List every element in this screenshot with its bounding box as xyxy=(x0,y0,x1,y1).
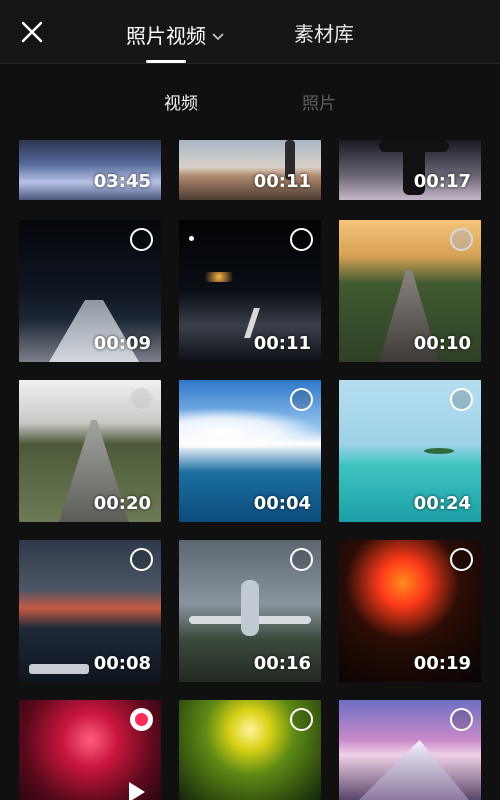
select-circle[interactable] xyxy=(450,708,473,731)
select-circle[interactable] xyxy=(130,228,153,251)
close-button[interactable] xyxy=(20,20,44,44)
video-duration: 03:45 xyxy=(93,171,151,192)
media-item[interactable]: 03:45 xyxy=(19,140,161,200)
media-item[interactable]: 00:20 xyxy=(19,380,161,522)
play-icon xyxy=(129,782,145,800)
video-duration: 00:19 xyxy=(413,653,471,674)
select-circle[interactable] xyxy=(450,548,473,571)
select-circle[interactable] xyxy=(290,228,313,251)
select-circle-selected[interactable] xyxy=(130,708,153,731)
media-item[interactable]: 00:17 xyxy=(339,140,481,200)
video-duration: 00:20 xyxy=(93,493,151,514)
subtab-videos[interactable]: 视频 xyxy=(164,92,198,116)
media-item[interactable]: 00:09 xyxy=(19,220,161,362)
video-duration: 00:17 xyxy=(413,171,471,192)
select-circle[interactable] xyxy=(450,228,473,251)
active-tab-indicator xyxy=(146,60,186,63)
media-item[interactable]: 00:11 xyxy=(179,220,321,362)
media-item[interactable]: 00:10 xyxy=(339,220,481,362)
video-duration: 00:10 xyxy=(413,333,471,354)
media-item[interactable]: 00:04 xyxy=(179,380,321,522)
video-duration: 00:04 xyxy=(253,493,311,514)
moon xyxy=(189,236,194,241)
select-circle[interactable] xyxy=(130,548,153,571)
select-circle[interactable] xyxy=(130,388,153,411)
media-item[interactable]: 00:19 xyxy=(339,540,481,682)
video-duration: 00:11 xyxy=(253,333,311,354)
media-item[interactable]: 00:24 xyxy=(339,380,481,522)
media-item[interactable] xyxy=(179,700,321,800)
tab-photos-videos-label: 照片视频 xyxy=(126,24,206,48)
close-icon xyxy=(21,21,43,43)
clouds xyxy=(179,408,321,448)
select-circle[interactable] xyxy=(290,388,313,411)
video-duration: 00:16 xyxy=(253,653,311,674)
media-item[interactable] xyxy=(339,700,481,800)
aircraft xyxy=(29,664,89,674)
select-circle[interactable] xyxy=(450,388,473,411)
chevron-down-icon xyxy=(212,20,224,48)
island xyxy=(424,448,454,454)
video-duration: 00:09 xyxy=(93,333,151,354)
tab-material-library[interactable]: 素材库 xyxy=(294,20,354,48)
subtab-photos[interactable]: 照片 xyxy=(302,92,336,116)
media-item[interactable]: 00:08 xyxy=(19,540,161,682)
select-circle[interactable] xyxy=(290,548,313,571)
select-circle[interactable] xyxy=(290,708,313,731)
top-bar: 照片视频 素材库 xyxy=(0,0,500,64)
video-duration: 00:08 xyxy=(93,653,151,674)
airplane-body xyxy=(241,580,259,636)
media-grid: 03:45 00:11 00:17 00:09 00:11 00:10 00:2… xyxy=(0,140,500,800)
media-item[interactable] xyxy=(19,700,161,800)
video-duration: 00:24 xyxy=(413,493,471,514)
media-type-tabs: 视频 照片 xyxy=(0,64,500,140)
media-item[interactable]: 00:11 xyxy=(179,140,321,200)
street-lights xyxy=(199,272,239,282)
media-item[interactable]: 00:16 xyxy=(179,540,321,682)
tab-photos-videos[interactable]: 照片视频 xyxy=(126,20,224,48)
video-duration: 00:11 xyxy=(253,171,311,192)
